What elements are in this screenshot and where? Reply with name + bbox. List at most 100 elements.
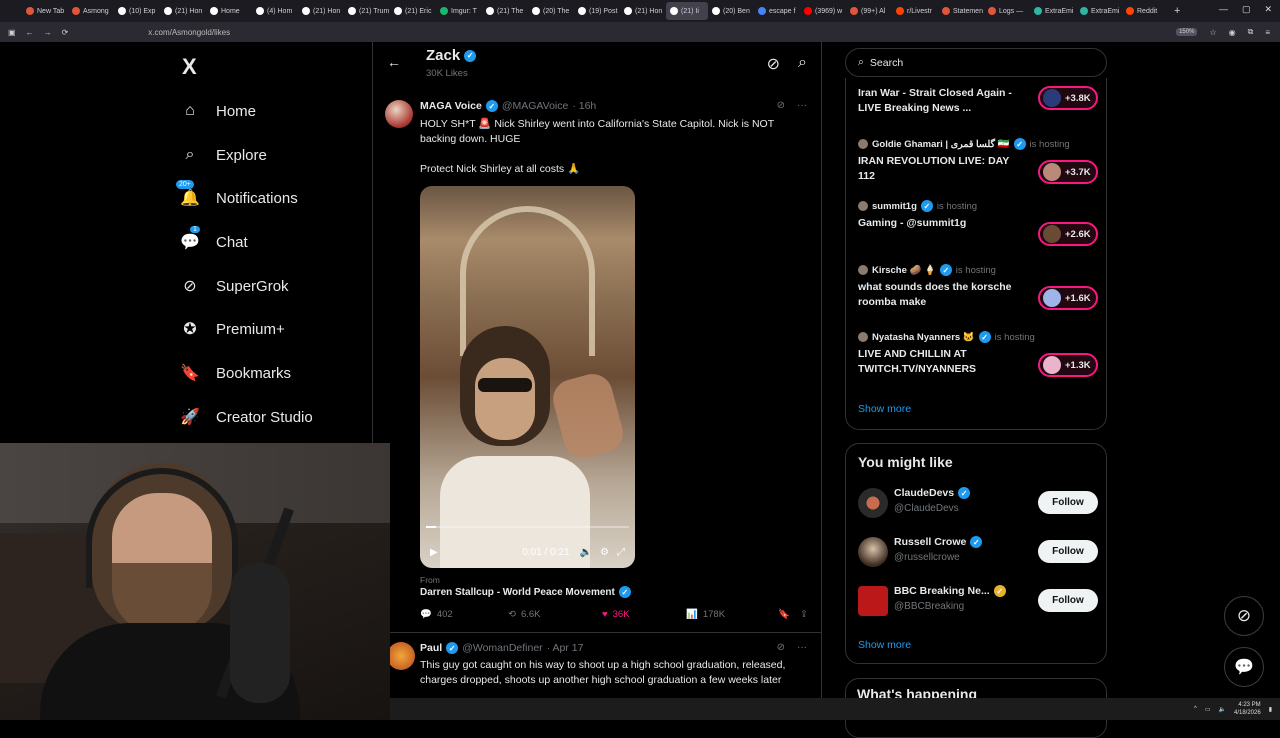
browser-tab[interactable]: (21) Eric xyxy=(390,2,436,20)
tray-chevron-icon[interactable]: ^ xyxy=(1194,706,1197,712)
listener-count-pill[interactable]: +3.8K xyxy=(1038,86,1098,110)
listener-count-pill[interactable]: +3.7K xyxy=(1038,160,1098,184)
share-button[interactable]: ⇪ xyxy=(800,609,808,620)
sidebar-toggle-icon[interactable]: ▣ xyxy=(8,28,16,37)
chat-fab[interactable]: 💬 xyxy=(1224,647,1264,687)
browser-tab[interactable]: escape f xyxy=(754,2,800,20)
tweet-author-handle[interactable]: @MAGAVoice xyxy=(502,100,569,112)
tweet-author-handle[interactable]: @WomanDefiner xyxy=(462,642,543,654)
listener-count-pill[interactable]: +1.6K xyxy=(1038,286,1098,310)
suggested-user[interactable]: Russell Crowe ✓ @russellcrowe Follow xyxy=(858,535,1098,571)
settings-icon[interactable]: ⚙ xyxy=(600,547,609,558)
browser-tab[interactable]: (21) Hon xyxy=(160,2,206,20)
nav-item-explore[interactable]: ⌕ Explore xyxy=(180,141,267,169)
browser-tab[interactable]: (21) Ii xyxy=(666,2,708,20)
reply-button[interactable]: 💬 402 xyxy=(420,609,508,620)
browser-tab[interactable]: Reddit xyxy=(1122,2,1168,20)
avatar[interactable] xyxy=(858,586,888,616)
tweet-author-name[interactable]: MAGA Voice xyxy=(420,100,482,112)
new-tab-button[interactable]: + xyxy=(1174,5,1180,17)
zoom-level[interactable]: 150% xyxy=(1176,28,1198,36)
browser-tab[interactable]: Home xyxy=(206,2,252,20)
tweet-time[interactable]: · Apr 17 xyxy=(547,642,584,654)
play-icon[interactable]: ▶ xyxy=(430,547,438,558)
suggested-user[interactable]: ClaudeDevs ✓ @ClaudeDevs Follow xyxy=(858,486,1098,522)
extensions-icon[interactable]: ⧉ xyxy=(1248,27,1254,37)
url-text[interactable]: x.com/Asmongold/likes xyxy=(148,28,230,37)
back-arrow-icon[interactable]: ← xyxy=(387,54,401,70)
listener-count-pill[interactable]: +1.3K xyxy=(1038,353,1098,377)
forward-nav-icon[interactable]: → xyxy=(44,28,52,37)
network-icon[interactable]: ▭ xyxy=(1205,706,1211,713)
follow-button[interactable]: Follow xyxy=(1038,540,1098,563)
tweet-paul[interactable]: Paul ✓ @WomanDefiner · Apr 17 ⊘ ··· This… xyxy=(373,636,821,706)
grok-fab[interactable]: ⊘ xyxy=(1224,596,1264,636)
more-icon[interactable]: ··· xyxy=(797,642,807,653)
browser-tab[interactable]: New Tab xyxy=(22,2,68,20)
repost-button[interactable]: ⟲ 6.6K xyxy=(508,609,602,620)
live-space-item[interactable]: Iran War - Strait Closed Again - LIVE Br… xyxy=(858,86,1098,116)
avatar[interactable] xyxy=(858,488,888,518)
browser-tab[interactable]: (20) The xyxy=(528,2,574,20)
show-more-link[interactable]: Show more xyxy=(858,403,911,415)
nav-item-chat[interactable]: 💬 1 Chat xyxy=(180,226,248,256)
live-space-item[interactable]: Nyatasha Nyanners 🐱 ✓ is hosting LIVE AND C… xyxy=(858,331,1098,377)
volume-icon[interactable]: 🔈 xyxy=(580,547,592,558)
avatar[interactable] xyxy=(858,537,888,567)
browser-tab[interactable]: ExtraEmi xyxy=(1030,2,1076,20)
account-icon[interactable]: ◉ xyxy=(1229,28,1236,37)
back-nav-icon[interactable]: ← xyxy=(26,28,34,37)
browser-tab[interactable]: (20) Ben xyxy=(708,2,754,20)
browser-tab[interactable]: (21) Hon xyxy=(620,2,666,20)
like-button[interactable]: ♥ 36K xyxy=(602,609,686,620)
browser-tab[interactable]: (19) Post xyxy=(574,2,620,20)
browser-tab[interactable]: Imgur: T xyxy=(436,2,482,20)
volume-icon[interactable]: 🔈 xyxy=(1219,706,1226,713)
grok-icon[interactable]: ⊘ xyxy=(777,642,785,653)
close-icon[interactable]: ✕ xyxy=(1264,4,1272,15)
more-icon[interactable]: ··· xyxy=(797,100,807,111)
live-space-item[interactable]: summit1g ✓ is hosting Gaming - @summit1g +2.… xyxy=(858,200,1098,246)
bookmark-button[interactable]: 🔖 xyxy=(778,609,800,620)
browser-tab[interactable]: (3969) w xyxy=(800,2,846,20)
grok-icon[interactable]: ⊘ xyxy=(767,54,780,74)
suggested-user-name[interactable]: Russell Crowe ✓ xyxy=(894,536,983,548)
browser-tab[interactable]: (21) Trum xyxy=(344,2,390,20)
grok-icon[interactable]: ⊘ xyxy=(777,100,785,111)
tweet-author-name[interactable]: Paul xyxy=(420,642,442,654)
video-player[interactable]: ▶ 0:01 / 0:21 🔈 ⚙ ⤢ xyxy=(420,186,635,568)
nav-item-premium[interactable]: ✪ Premium+ xyxy=(180,315,284,343)
follow-button[interactable]: Follow xyxy=(1038,589,1098,612)
nav-item-home[interactable]: ⌂ Home xyxy=(180,97,256,125)
x-logo[interactable]: X xyxy=(182,54,197,80)
nav-item-creator-studio[interactable]: 🚀 Creator Studio xyxy=(180,403,313,431)
from-source[interactable]: Darren Stallcup - World Peace Movement ✓ xyxy=(420,586,631,598)
browser-tab[interactable]: (10) Exp xyxy=(114,2,160,20)
search-icon[interactable]: ⌕ xyxy=(798,54,807,74)
taskbar-clock[interactable]: 4:23 PM 4/18/2026 xyxy=(1234,701,1261,717)
show-more-link[interactable]: Show more xyxy=(858,639,911,651)
avatar[interactable] xyxy=(385,100,413,128)
browser-tab[interactable]: ExtraEmi xyxy=(1076,2,1122,20)
suggested-user-name[interactable]: ClaudeDevs ✓ xyxy=(894,487,971,499)
browser-tab[interactable]: (99+) Al xyxy=(846,2,892,20)
live-space-item[interactable]: Kirsche 🥔 🍦 ✓ is hosting what sounds does t… xyxy=(858,264,1098,310)
listener-count-pill[interactable]: +2.6K xyxy=(1038,222,1098,246)
follow-button[interactable]: Follow xyxy=(1038,491,1098,514)
search-input[interactable]: ⌕ Search xyxy=(845,48,1107,77)
browser-tab[interactable]: Statemen xyxy=(938,2,984,20)
browser-tab[interactable]: Asmong xyxy=(68,2,114,20)
avatar[interactable] xyxy=(387,642,415,670)
browser-tab[interactable]: r/Livestr xyxy=(892,2,938,20)
fullscreen-icon[interactable]: ⤢ xyxy=(617,547,625,558)
maximize-icon[interactable]: ▢ xyxy=(1242,4,1251,15)
menu-icon[interactable]: ≡ xyxy=(1265,28,1270,37)
live-space-item[interactable]: Goldie Ghamari | گلسا قمری 🇮🇷 ✓ is hosting… xyxy=(858,138,1098,184)
suggested-user-name[interactable]: BBC Breaking Ne... ✓ xyxy=(894,585,1006,597)
tweet-time[interactable]: · 16h xyxy=(572,100,596,112)
browser-tab[interactable]: (21) Hon xyxy=(298,2,344,20)
reload-icon[interactable]: ⟳ xyxy=(62,28,69,37)
browser-tab[interactable]: Logs — xyxy=(984,2,1030,20)
nav-item-supergrok[interactable]: ⊘ SuperGrok xyxy=(180,272,288,300)
video-progress-bar[interactable] xyxy=(426,526,629,528)
